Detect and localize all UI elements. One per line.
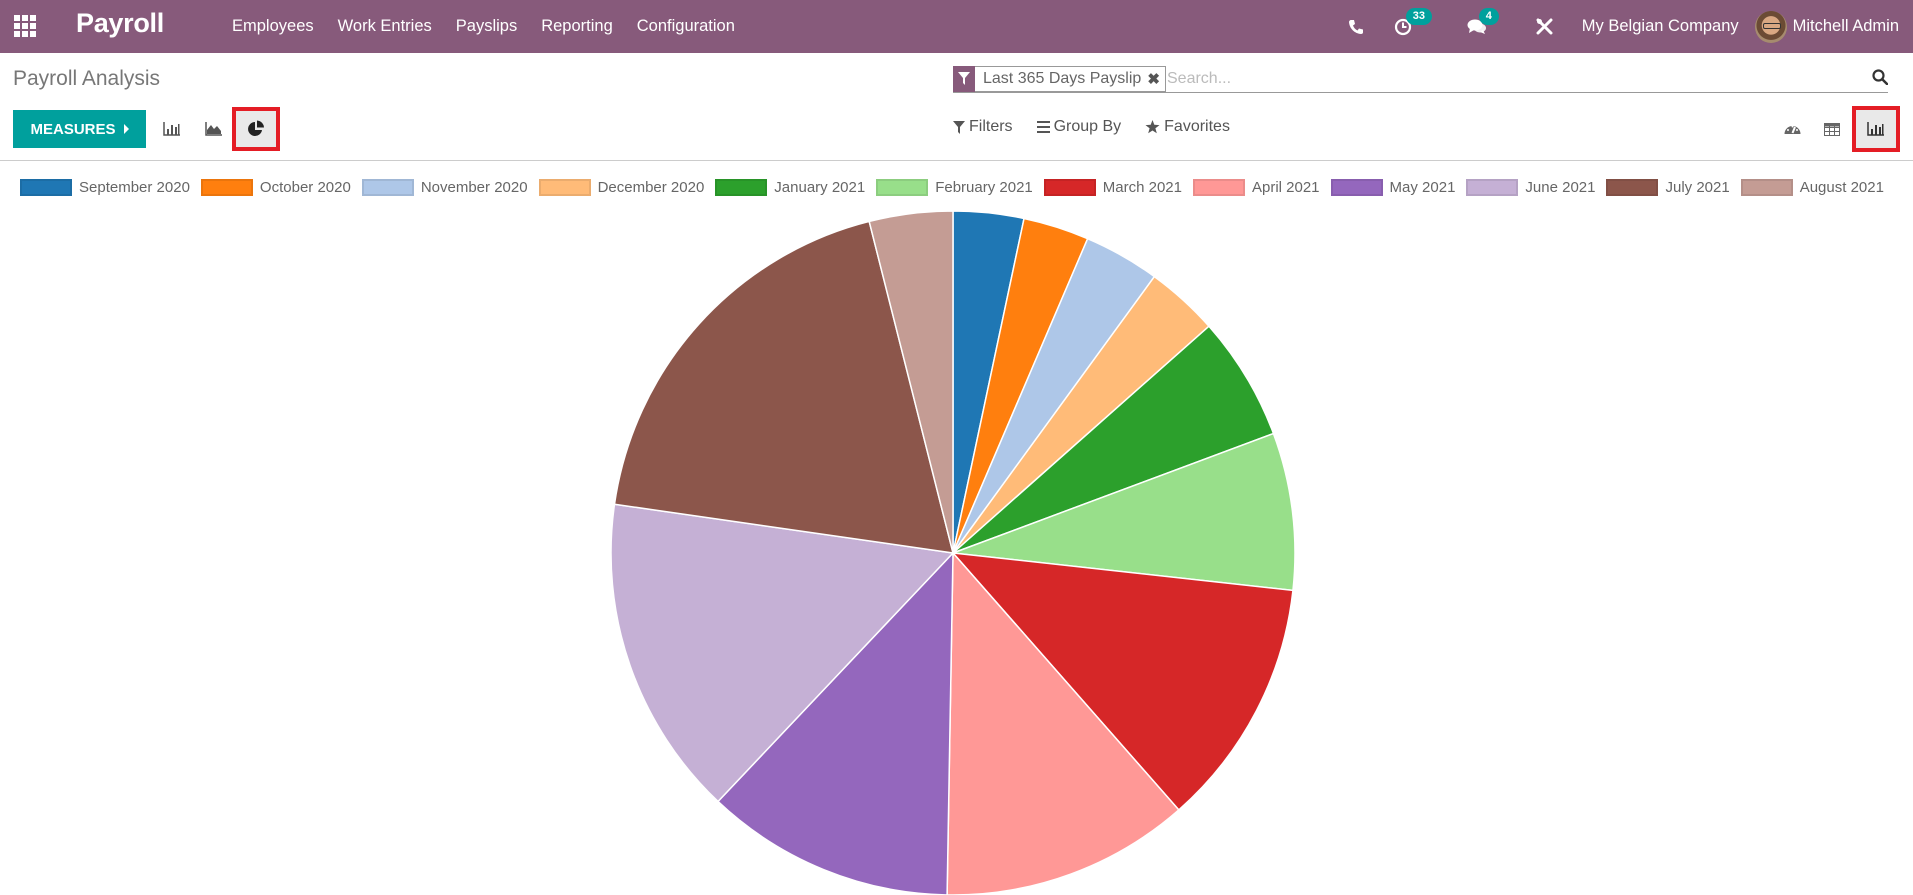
user-name: Mitchell Admin: [1792, 17, 1899, 35]
search-facet: Last 365 Days Payslip ✖: [953, 65, 1166, 92]
activity-count-badge: 33: [1405, 7, 1433, 25]
table-icon: [1824, 122, 1840, 136]
filters-label: Filters: [969, 118, 1013, 135]
view-switcher: [1772, 106, 1900, 152]
favorites-dropdown[interactable]: Favorites: [1145, 118, 1230, 136]
filter-facet-icon: [953, 65, 975, 92]
menu-payslips[interactable]: Payslips: [444, 17, 529, 36]
activity-clock-icon[interactable]: 33: [1394, 7, 1433, 36]
group-by-dropdown[interactable]: Group By: [1036, 118, 1122, 136]
measures-button[interactable]: MEASURES: [13, 110, 146, 148]
group-by-label: Group By: [1053, 118, 1122, 135]
facet-label: Last 365 Days Payslip: [983, 70, 1142, 87]
filter-icon: [953, 120, 965, 134]
measures-label: MEASURES: [30, 120, 116, 138]
company-switcher[interactable]: My Belgian Company: [1582, 17, 1739, 36]
main-menu: Employees Work Entries Payslips Reportin…: [220, 0, 747, 53]
menu-work-entries[interactable]: Work Entries: [326, 17, 444, 36]
top-navbar: Payroll Employees Work Entries Payslips …: [0, 0, 1913, 53]
phone-icon[interactable]: [1348, 19, 1364, 35]
messages-icon[interactable]: 4: [1467, 7, 1499, 36]
bar-chart-icon: [1867, 122, 1884, 136]
filters-dropdown[interactable]: Filters: [953, 118, 1013, 136]
bar-chart-icon: [163, 122, 180, 136]
favorites-label: Favorites: [1164, 118, 1230, 135]
search-icon[interactable]: [1872, 69, 1889, 90]
pivot-view-button[interactable]: [1812, 106, 1852, 152]
search-input[interactable]: [1167, 67, 1857, 91]
user-avatar: [1754, 10, 1787, 43]
menu-reporting[interactable]: Reporting: [529, 17, 625, 36]
control-panel: Payroll Analysis MEASURES Last 365 Days …: [0, 53, 1913, 161]
search-panel-toggles: Filters Group By Favorites: [953, 118, 1254, 136]
menu-employees[interactable]: Employees: [220, 17, 326, 36]
app-name[interactable]: Payroll: [76, 8, 164, 39]
caret-right-icon: [123, 124, 129, 134]
page-title: Payroll Analysis: [13, 67, 161, 90]
bar-chart-button[interactable]: [150, 110, 194, 148]
pie-chart: [610, 210, 1296, 895]
bars-icon: [1036, 121, 1050, 133]
menu-configuration[interactable]: Configuration: [625, 17, 747, 36]
search-bar: Last 365 Days Payslip ✖: [953, 65, 1889, 93]
area-chart-icon: [205, 122, 222, 136]
remove-facet-icon[interactable]: ✖: [1147, 70, 1160, 88]
pie-chart-icon: [248, 120, 264, 136]
apps-menu-icon[interactable]: [14, 15, 36, 37]
user-menu[interactable]: Mitchell Admin: [1754, 10, 1899, 43]
line-chart-button[interactable]: [192, 110, 236, 148]
star-icon: [1145, 120, 1160, 134]
graph-view-button[interactable]: [1852, 106, 1900, 152]
tachometer-icon: [1784, 125, 1800, 134]
dashboard-view-button[interactable]: [1772, 106, 1812, 152]
message-count-badge: 4: [1478, 7, 1499, 25]
systray: 33 4 My Belgian Company Mitchell Admin: [1333, 0, 1913, 53]
pie-chart-button[interactable]: [232, 107, 280, 151]
debug-tools-icon[interactable]: [1536, 18, 1553, 35]
